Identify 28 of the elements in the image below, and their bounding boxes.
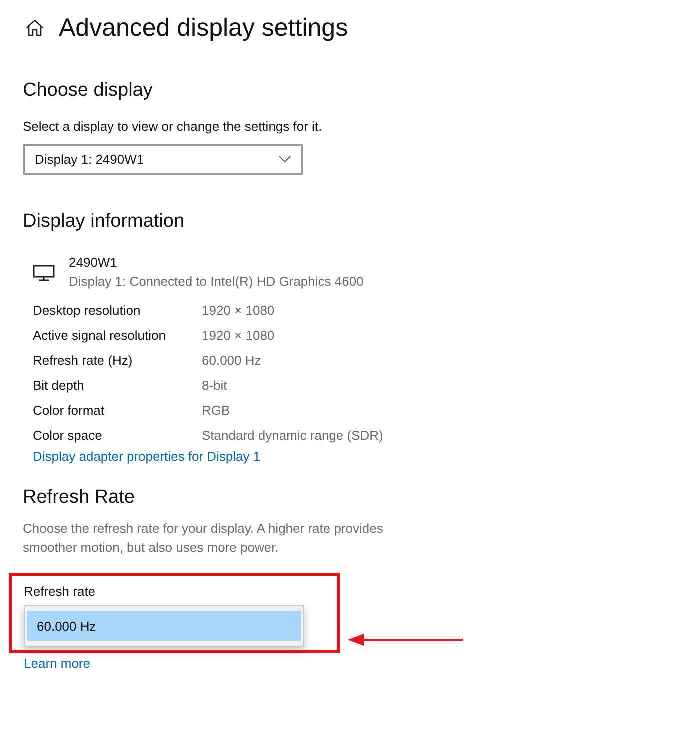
info-value: 8-bit (202, 377, 228, 395)
description-text: Select a display to view or change the settings for it. (23, 118, 324, 136)
dropdown-option[interactable]: 60.000 Hz (27, 611, 301, 641)
chevron-down-icon (279, 156, 291, 163)
description-text: Choose the refresh rate for your display. A higher rate provides smoother motion, but also uses more power. (23, 520, 384, 557)
info-label: Color format (33, 402, 106, 420)
info-value: RGB (202, 402, 232, 420)
display-dropdown[interactable]: Display 1: 2490W1 (23, 144, 303, 175)
learn-more-link[interactable]: Learn more (24, 656, 90, 671)
field-label: Refresh rate (24, 583, 97, 601)
info-value: Standard dynamic range (SDR) (202, 427, 384, 445)
home-icon[interactable] (25, 18, 45, 38)
section-heading: Choose display (23, 80, 154, 102)
monitor-name: 2490W1 (69, 254, 118, 272)
page-title: Advanced display settings (59, 14, 348, 42)
info-value: 1920 × 1080 (202, 302, 276, 320)
info-label: Active signal resolution (33, 327, 167, 345)
section-heading: Refresh Rate (23, 487, 136, 509)
info-label: Bit depth (33, 377, 86, 395)
info-value: 1920 × 1080 (202, 327, 276, 345)
info-label: Color space (33, 427, 104, 445)
monitor-icon (33, 265, 55, 282)
info-label: Desktop resolution (33, 302, 142, 320)
adapter-properties-link[interactable]: Display adapter properties for Display 1 (33, 449, 261, 464)
monitor-detail: Display 1: Connected to Intel(R) HD Graphics 4600 (69, 273, 364, 291)
info-label: Refresh rate (Hz) (33, 352, 134, 370)
info-value: 60.000 Hz (202, 352, 262, 370)
section-heading: Display information (23, 211, 186, 233)
